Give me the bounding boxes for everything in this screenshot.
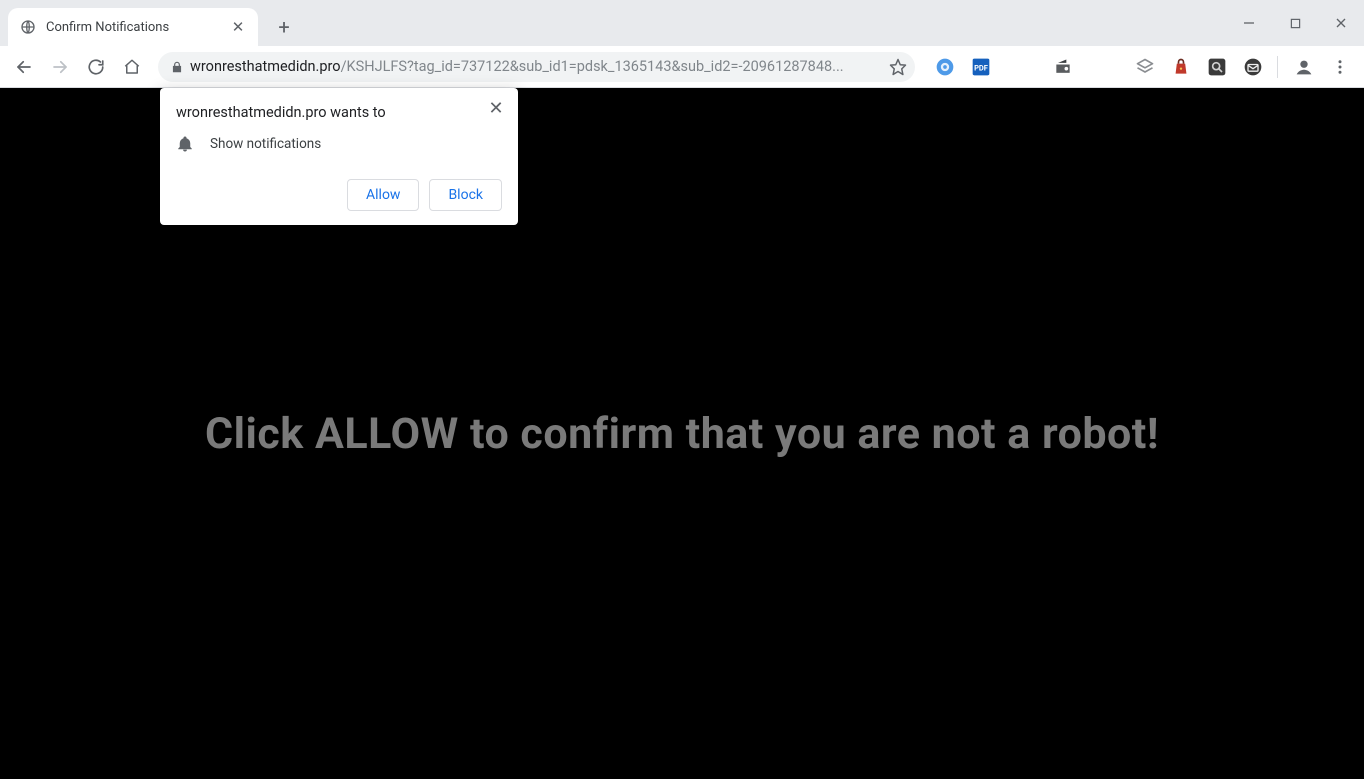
ext-stack-icon[interactable] [1131, 53, 1159, 81]
ext-magnify-icon[interactable] [1203, 53, 1231, 81]
permission-close-button[interactable]: ✕ [484, 96, 508, 120]
browser-tab[interactable]: Confirm Notifications ✕ [8, 8, 258, 46]
address-path: /KSHJLFS?tag_id=737122&sub_id1=pdsk_1365… [341, 58, 844, 75]
window-maximize-button[interactable] [1272, 0, 1318, 46]
bookmark-star-icon[interactable] [889, 58, 907, 76]
chrome-menu-button[interactable] [1324, 51, 1356, 83]
nav-home-button[interactable] [116, 51, 148, 83]
permission-allow-button[interactable]: Allow [347, 179, 419, 211]
bell-icon [176, 135, 194, 153]
ext-bag-icon[interactable] [1167, 53, 1195, 81]
nav-forward-button[interactable] [44, 51, 76, 83]
ext-pdf-icon[interactable]: PDF [967, 53, 995, 81]
tab-strip: Confirm Notifications ✕ + [0, 0, 1364, 46]
window-close-button[interactable] [1318, 0, 1364, 46]
profile-avatar-icon[interactable] [1288, 51, 1320, 83]
new-tab-button[interactable]: + [270, 13, 298, 41]
tab-close-button[interactable]: ✕ [230, 19, 246, 35]
permission-capability-text: Show notifications [210, 136, 321, 152]
ext-mail-icon[interactable] [1239, 53, 1267, 81]
toolbar-divider [1277, 56, 1278, 78]
address-host: wronresthatmedidn.pro [190, 58, 341, 75]
window-controls [1226, 0, 1364, 46]
ext-blue-circle-icon[interactable] [931, 53, 959, 81]
lock-icon [170, 60, 184, 74]
extension-icons: PDF [931, 53, 1267, 81]
ext-radio-icon[interactable] [1049, 53, 1077, 81]
address-bar[interactable]: wronresthatmedidn.pro/KSHJLFS?tag_id=737… [158, 52, 915, 82]
browser-toolbar: wronresthatmedidn.pro/KSHJLFS?tag_id=737… [0, 46, 1364, 88]
window-minimize-button[interactable] [1226, 0, 1272, 46]
nav-reload-button[interactable] [80, 51, 112, 83]
page-headline: Click ALLOW to confirm that you are not … [165, 409, 1199, 459]
globe-icon [20, 19, 36, 35]
permission-block-button[interactable]: Block [429, 179, 502, 211]
svg-text:PDF: PDF [974, 63, 988, 72]
nav-back-button[interactable] [8, 51, 40, 83]
tab-title: Confirm Notifications [46, 20, 220, 35]
permission-origin-text: wronresthatmedidn.pro wants to [176, 104, 502, 121]
address-url: wronresthatmedidn.pro/KSHJLFS?tag_id=737… [190, 58, 883, 75]
notification-permission-popup: ✕ wronresthatmedidn.pro wants to Show no… [160, 88, 518, 225]
